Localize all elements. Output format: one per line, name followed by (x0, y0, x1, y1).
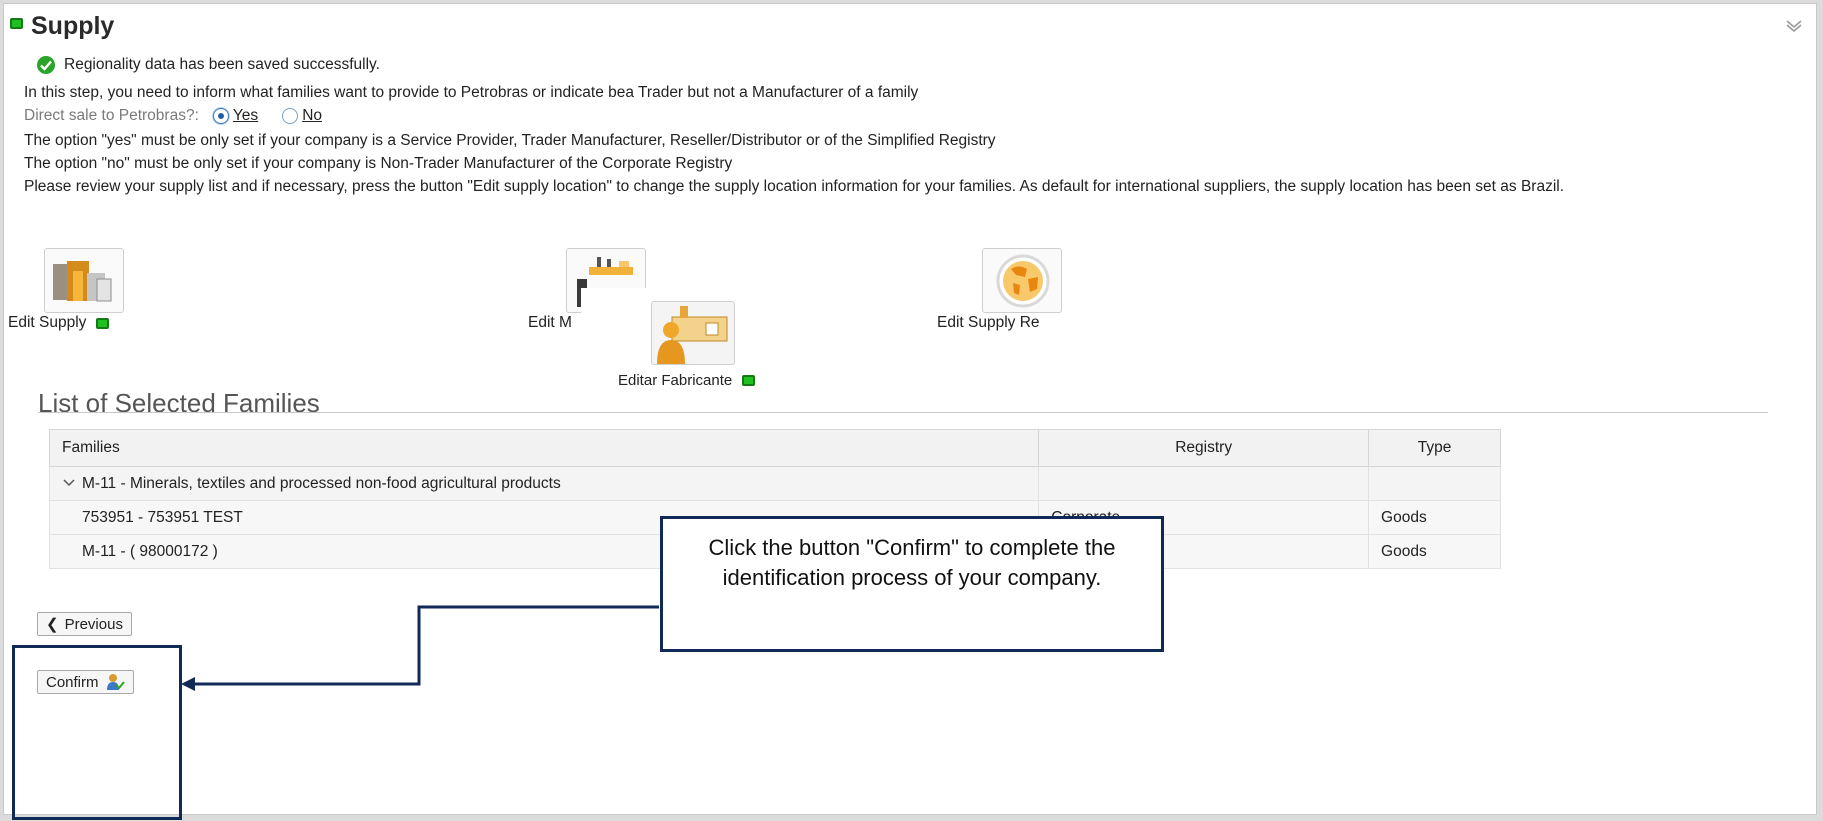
edit-supply-tile[interactable] (44, 248, 124, 313)
col-header-families[interactable]: Families (48, 429, 1040, 467)
type-cell: Goods (1368, 500, 1501, 535)
no-note: The option "no" must be only set if your… (24, 155, 733, 172)
type-cell: Goods (1368, 534, 1501, 569)
review-note: Please review your supply list and if ne… (24, 178, 1565, 195)
edit-supply-region-label[interactable]: Edit Supply Re (937, 314, 1040, 332)
section-divider (38, 412, 1768, 413)
editar-fabricante-label-row[interactable]: Editar Fabricante (618, 372, 756, 389)
manufacturer-person-icon (657, 306, 728, 364)
instruction-callout: Click the button "Confirm" to complete t… (660, 516, 1164, 652)
globe-icon (996, 254, 1050, 308)
editar-fabricante-status-icon (742, 375, 756, 386)
edit-supply-label[interactable]: Edit Supply (8, 314, 86, 332)
radio-unselected-icon[interactable] (282, 108, 299, 124)
group-registry-cell (1038, 466, 1370, 501)
group-type-cell (1368, 466, 1501, 501)
annotation-arrow (181, 605, 659, 691)
table-group-row[interactable]: M-11 - Minerals, textiles and processed … (48, 466, 1501, 501)
yes-note: The option "yes" must be only set if you… (24, 132, 996, 149)
edit-supply-region-tile[interactable] (982, 248, 1062, 313)
panel-header: Supply (4, 4, 1816, 44)
direct-sale-yes-radio[interactable]: Yes (212, 107, 259, 125)
yes-label: Yes (232, 107, 259, 124)
edit-supply-status-icon (96, 317, 110, 329)
col-header-registry[interactable]: Registry (1038, 429, 1370, 467)
direct-sale-label: Direct sale to Petrobras?: (24, 107, 199, 124)
success-check-icon (37, 56, 55, 74)
intro-text: In this step, you need to inform what fa… (24, 84, 919, 101)
chevron-left-icon: ❮ (46, 616, 59, 633)
editar-fabricante-tile[interactable] (651, 301, 735, 365)
edit-supply-label-row[interactable]: Edit Supply (8, 314, 110, 332)
confirm-highlight-box (12, 645, 182, 820)
overlay-mask (581, 288, 651, 332)
success-message-text: Regionality data has been saved successf… (64, 56, 380, 73)
direct-sale-row: Direct sale to Petrobras?: Yes No (24, 107, 322, 125)
radio-selected-icon[interactable] (212, 108, 229, 124)
editar-fabricante-label[interactable]: Editar Fabricante (618, 372, 732, 389)
group-cell[interactable]: M-11 - Minerals, textiles and processed … (48, 466, 1040, 501)
previous-button[interactable]: ❮ Previous (37, 612, 132, 636)
supply-boxes-icon (53, 261, 112, 302)
chevron-down-icon[interactable] (62, 478, 76, 488)
success-message: Regionality data has been saved successf… (36, 55, 380, 75)
status-indicator-icon (10, 18, 23, 29)
collapse-chevron-icon[interactable] (1786, 20, 1802, 32)
families-section-title: List of Selected Families (38, 388, 320, 418)
group-label: M-11 - Minerals, textiles and processed … (82, 474, 561, 492)
previous-label: Previous (64, 615, 123, 633)
no-label: No (302, 107, 323, 124)
table-header-row: Families Registry Type (48, 429, 1501, 467)
col-header-type[interactable]: Type (1368, 429, 1501, 467)
supply-panel: Supply Regionality data has been saved s… (3, 3, 1817, 820)
page-title: Supply (31, 12, 115, 40)
edit-manufacturer-label[interactable]: Edit M (528, 314, 572, 332)
direct-sale-no-radio[interactable]: No (282, 107, 322, 125)
